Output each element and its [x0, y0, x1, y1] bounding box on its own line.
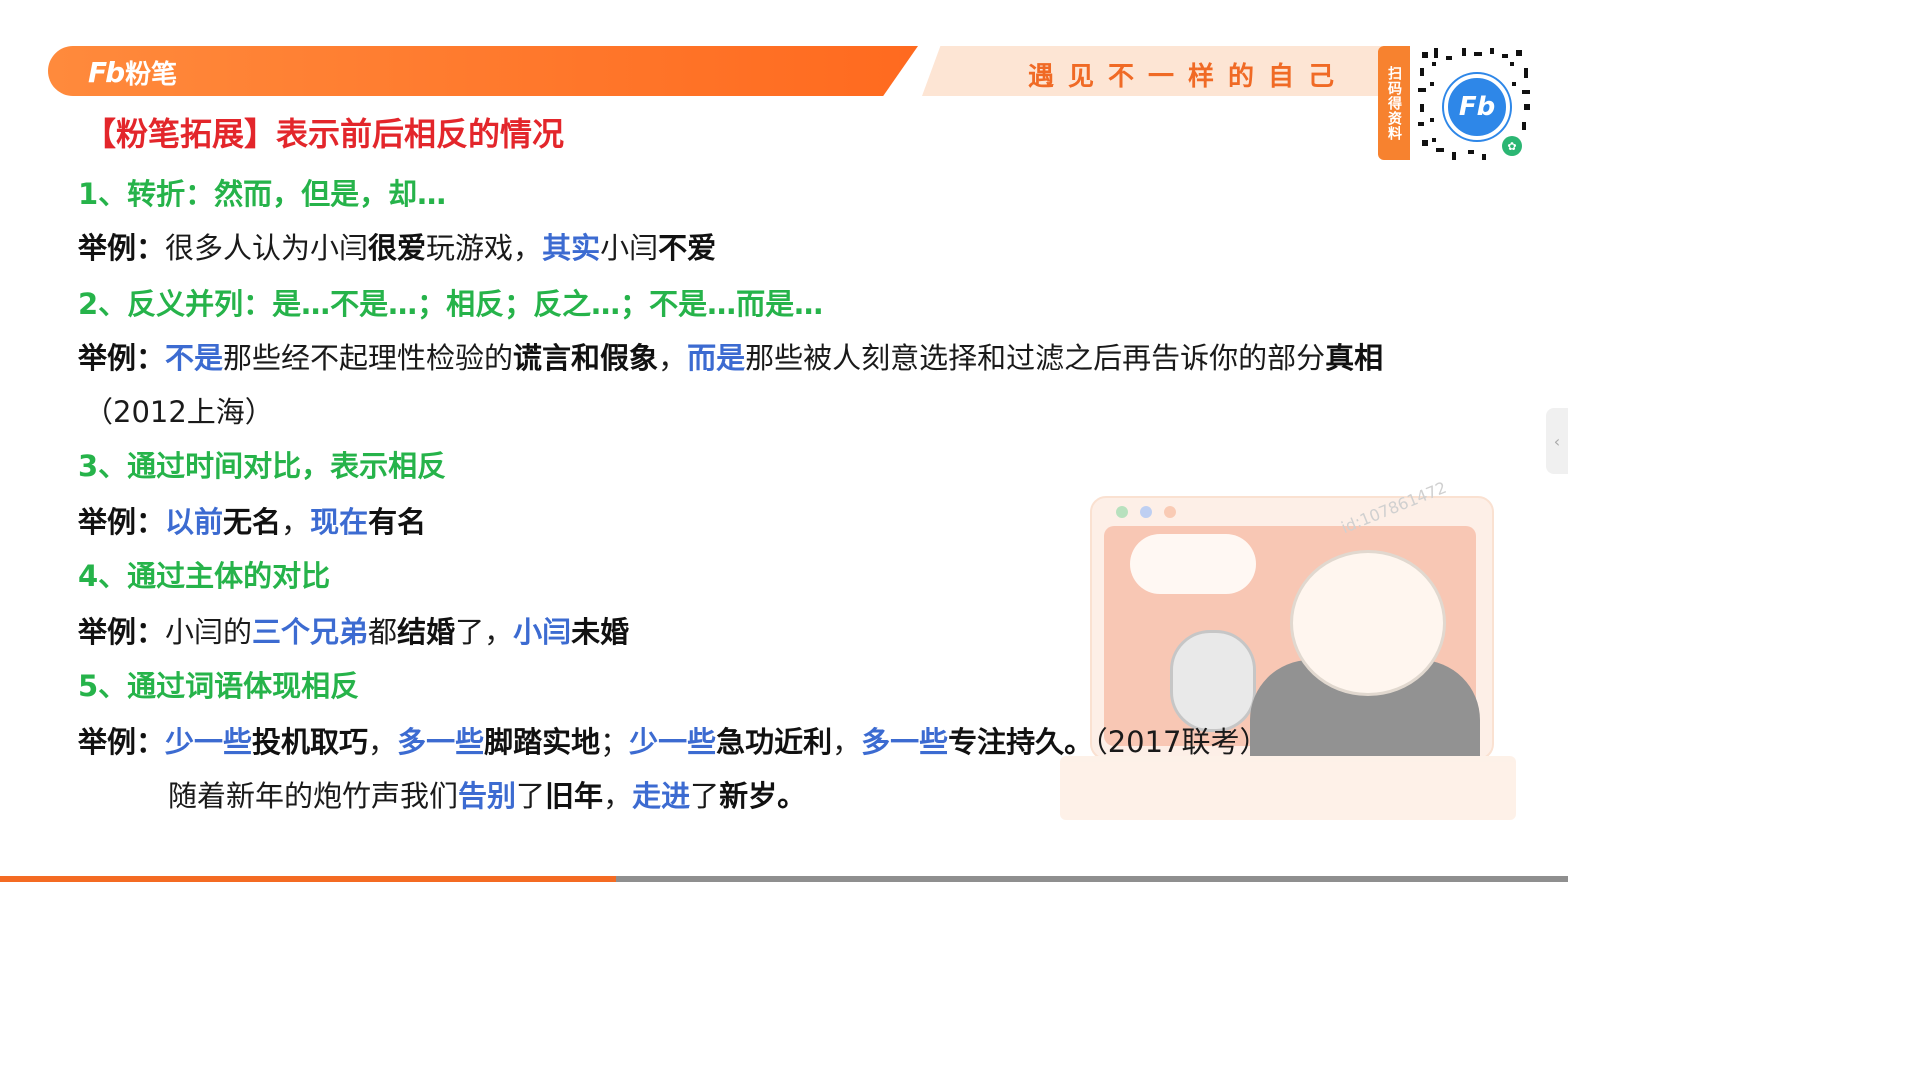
qr-tab-label: 扫码得资料 — [1378, 46, 1410, 160]
example-2-source: （2012上海） — [84, 395, 274, 429]
header-banner — [48, 46, 918, 96]
slogan: 遇见不一样的自己 — [1028, 62, 1349, 92]
highlight-span: 以前 — [165, 505, 224, 539]
text-span: 很多人认为小闫 — [165, 231, 369, 265]
text-span: ， — [832, 725, 862, 759]
bottom-gray-bar — [616, 876, 1568, 882]
bold-span: 结婚 — [397, 615, 456, 649]
example-1: 举例：很多人认为小闫很爱玩游戏，其实小闫不爱 — [78, 228, 716, 268]
highlight-span: 多一些 — [861, 725, 949, 759]
text-span: （2017联考） — [1093, 725, 1269, 759]
highlight-span: 现在 — [310, 505, 369, 539]
bold-span: 不爱 — [658, 231, 717, 265]
text-span: 那些经不起理性检验的 — [223, 341, 514, 375]
text-span: 了， — [455, 615, 514, 649]
microphone-icon — [1170, 630, 1256, 732]
brand-logo: Fb 粉笔 — [88, 54, 177, 91]
section-heading-1: 1、转折：然而，但是，却… — [78, 177, 447, 211]
bold-span: 很爱 — [368, 231, 427, 265]
section-heading-3: 3、通过时间对比，表示相反 — [78, 449, 447, 483]
example-2: 举例：不是那些经不起理性检验的谎言和假象，而是那些被人刻意选择和过滤之后再告诉你… — [78, 338, 1383, 378]
bold-span: 旧年 — [545, 779, 604, 813]
section-heading-5: 5、通过词语体现相反 — [78, 669, 360, 703]
example-5: 举例：少一些投机取巧，多一些脚踏实地；少一些急功近利，多一些专注持久。（2017… — [78, 722, 1269, 762]
text-span: ， — [603, 779, 633, 813]
text-span: ， — [368, 725, 398, 759]
highlight-span: 小闫 — [513, 615, 572, 649]
text-span: 都 — [368, 615, 398, 649]
example-label: 举例： — [78, 615, 166, 649]
text-span: ； — [600, 725, 630, 759]
dot-icon — [1164, 506, 1176, 518]
text-span: 了 — [690, 779, 720, 813]
text-span: 那些被人刻意选择和过滤之后再告诉你的部分 — [745, 341, 1326, 375]
podcast-mascot-illustration — [1060, 490, 1520, 830]
bold-span: 投机取巧 — [252, 725, 369, 759]
example-label: 举例： — [78, 231, 166, 265]
text-span: ， — [658, 341, 688, 375]
bold-span: 真相 — [1325, 341, 1384, 375]
text-span: 随着新年的炮竹声我们 — [168, 779, 459, 813]
bold-span: 急功近利 — [716, 725, 833, 759]
example-label: 举例： — [78, 725, 166, 759]
highlight-span: 走进 — [632, 779, 691, 813]
page-title: 【粉笔拓展】表示前后相反的情况 — [84, 115, 565, 153]
highlight-span: 不是 — [165, 341, 224, 375]
highlight-span: 三个兄弟 — [252, 615, 369, 649]
slide: Fb 粉笔 遇见不一样的自己 扫码得资料 Fb ✿ 【粉笔拓展】表示前后相反的情… — [0, 0, 1568, 882]
highlight-span: 而是 — [687, 341, 746, 375]
text-span: ， — [281, 505, 311, 539]
side-panel-toggle[interactable]: ‹ — [1546, 408, 1568, 474]
example-label: 举例： — [78, 505, 166, 539]
mascot-head-icon — [1290, 550, 1446, 696]
example-6: 随着新年的炮竹声我们告别了旧年，走进了新岁。 — [168, 776, 806, 816]
bold-span: 新岁。 — [719, 779, 807, 813]
qr-code[interactable]: Fb ✿ — [1412, 42, 1536, 166]
text-span: 小闫的 — [165, 615, 253, 649]
dot-icon — [1140, 506, 1152, 518]
brand-name: 粉笔 — [125, 60, 178, 90]
dot-icon — [1116, 506, 1128, 518]
highlight-span: 少一些 — [165, 725, 253, 759]
bold-span: 无名 — [223, 505, 282, 539]
bold-span: 未婚 — [571, 615, 630, 649]
bold-span: 谎言和假象 — [513, 341, 659, 375]
example-label: 举例： — [78, 341, 166, 375]
bottom-accent-bar — [0, 876, 616, 882]
highlight-span: 告别 — [458, 779, 517, 813]
highlight-span: 少一些 — [629, 725, 717, 759]
section-heading-4: 4、通过主体的对比 — [78, 559, 331, 593]
notification-bubble-icon — [1130, 534, 1256, 594]
chevron-left-icon: ‹ — [1553, 431, 1561, 451]
bold-span: 脚踏实地 — [484, 725, 601, 759]
text-span: 了 — [516, 779, 546, 813]
bold-span: 有名 — [368, 505, 427, 539]
text-span: 小闫 — [600, 231, 659, 265]
example-3: 举例：以前无名，现在有名 — [78, 502, 426, 542]
mini-program-icon: ✿ — [1502, 136, 1522, 156]
highlight-span: 多一些 — [397, 725, 485, 759]
fb-logo-icon: Fb — [88, 56, 125, 89]
qr-fb-logo-icon: Fb — [1444, 74, 1510, 140]
section-heading-2: 2、反义并列：是…不是…；相反；反之…；不是…而是… — [78, 287, 824, 321]
text-span: 玩游戏， — [426, 231, 543, 265]
bold-span: 专注持久。 — [948, 725, 1094, 759]
highlight-span: 其实 — [542, 231, 601, 265]
example-4: 举例：小闫的三个兄弟都结婚了，小闫未婚 — [78, 612, 629, 652]
illustration-base — [1060, 756, 1516, 820]
